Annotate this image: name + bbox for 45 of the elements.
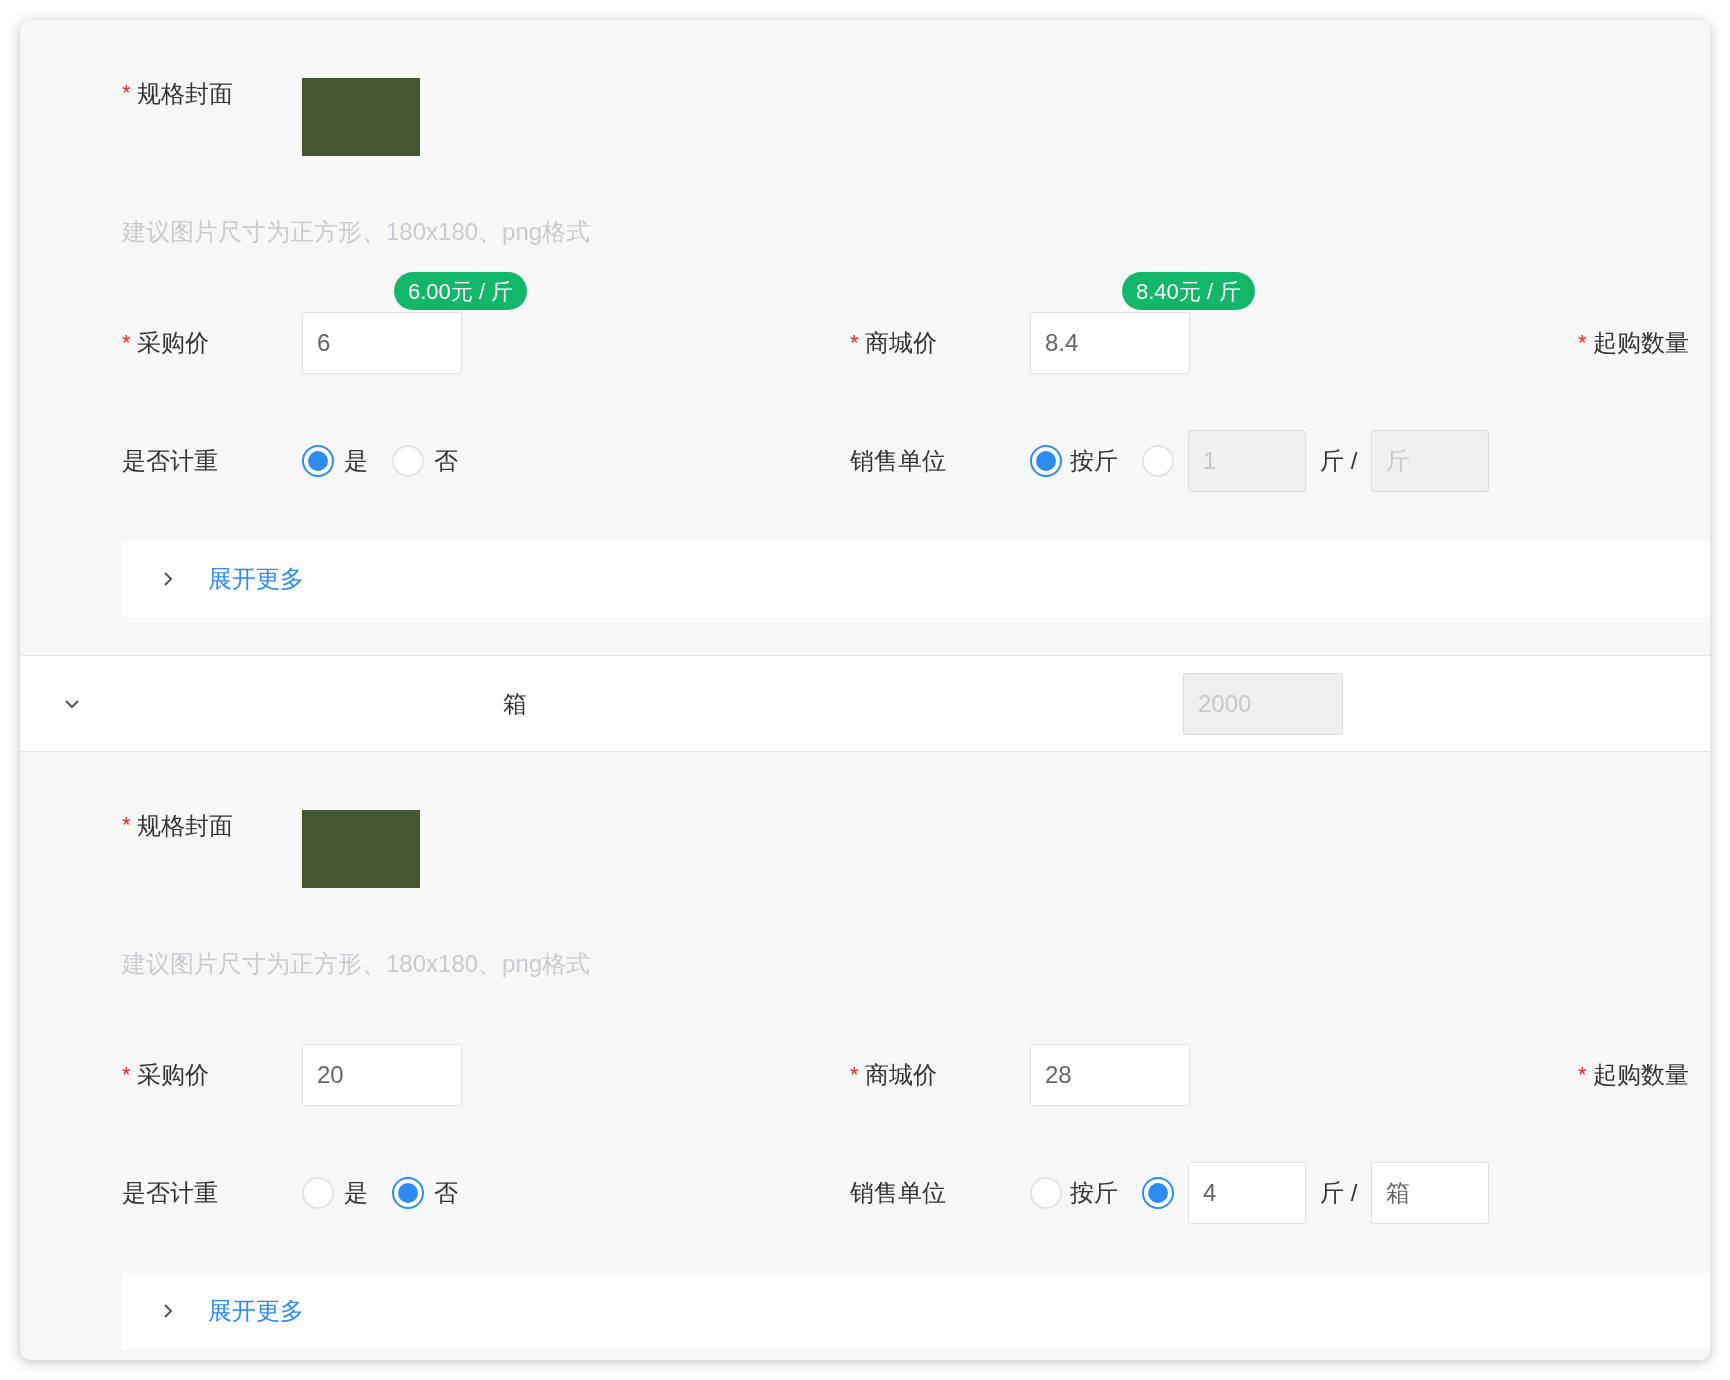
text-field[interactable]: 箱: [1371, 1161, 1490, 1224]
required-mark: *: [122, 82, 131, 104]
radio-button[interactable]: [1030, 444, 1062, 477]
radio-label: 按斤: [1070, 1177, 1118, 1208]
radio-label: 否: [434, 1177, 458, 1208]
field-label: 销售单位: [850, 1177, 946, 1208]
required-mark: *: [122, 332, 131, 354]
price-badge: 6.00元 / 斤: [394, 272, 528, 310]
text-field[interactable]: 28: [1030, 1044, 1190, 1106]
spec-name: 箱: [503, 688, 528, 719]
field-label: 采购价: [136, 328, 209, 358]
radio-button[interactable]: [1142, 1176, 1174, 1209]
text-field[interactable]: 8.4: [1030, 312, 1190, 374]
expand-more-link[interactable]: 展开更多: [208, 1293, 304, 1329]
field-label: 规格封面: [136, 82, 233, 106]
field-label: 是否计重: [122, 445, 218, 476]
radio-button[interactable]: [392, 1176, 424, 1209]
field-label: 销售单位: [850, 445, 946, 476]
required-mark: *: [850, 332, 859, 354]
field-label: 商城价: [864, 328, 937, 358]
price-badge: 8.40元 / 斤: [1122, 272, 1256, 310]
radio-button[interactable]: [302, 444, 334, 477]
required-mark: *: [122, 814, 131, 836]
expand-bar[interactable]: 展开更多: [122, 1273, 1710, 1349]
unit-separator: 斤 /: [1320, 1177, 1358, 1208]
field-label: 商城价: [864, 1060, 937, 1090]
text-field[interactable]: 20: [302, 1044, 462, 1106]
radio-label: 是: [344, 1177, 368, 1208]
field-label: 起购数量: [1592, 1060, 1689, 1090]
field-label: 是否计重: [122, 1177, 218, 1208]
field-label: 规格封面: [136, 814, 233, 838]
required-mark: *: [1578, 1064, 1587, 1086]
required-mark: *: [122, 1064, 131, 1086]
text-field[interactable]: 6: [302, 312, 462, 374]
required-mark: *: [850, 1064, 859, 1086]
field-label: 采购价: [136, 1060, 209, 1090]
radio-label: 是: [344, 445, 368, 476]
required-mark: *: [1578, 332, 1587, 354]
expand-bar[interactable]: 展开更多: [122, 541, 1710, 617]
field-label: 起购数量: [1592, 328, 1689, 358]
unit-separator: 斤 /: [1320, 445, 1358, 476]
radio-label: 按斤: [1070, 445, 1118, 476]
expand-more-link[interactable]: 展开更多: [208, 561, 304, 597]
text-field[interactable]: 4: [1188, 1161, 1306, 1224]
radio-label: 否: [434, 445, 458, 476]
